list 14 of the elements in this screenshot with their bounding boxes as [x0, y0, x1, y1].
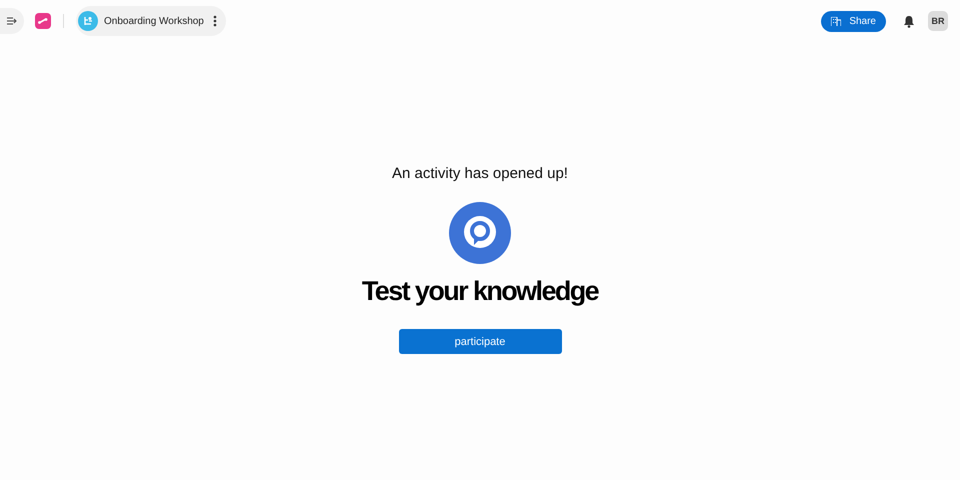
activity-title: Test your knowledge	[362, 276, 598, 307]
share-button[interactable]: Share	[821, 10, 886, 32]
activity-notice: An activity has opened up!	[392, 165, 568, 182]
board-icon	[78, 11, 98, 31]
board-selector[interactable]: Onboarding Workshop	[76, 6, 226, 36]
user-avatar[interactable]: BR	[928, 11, 948, 31]
notification-bell-icon[interactable]	[903, 14, 915, 28]
building-icon	[831, 16, 842, 26]
chat-bubble-icon	[449, 202, 511, 264]
expand-sidebar-button[interactable]	[0, 8, 24, 34]
menu-icon	[7, 17, 17, 25]
app-logo[interactable]	[35, 13, 51, 29]
board-title: Onboarding Workshop	[104, 16, 204, 26]
participate-button[interactable]: participate	[398, 329, 562, 354]
